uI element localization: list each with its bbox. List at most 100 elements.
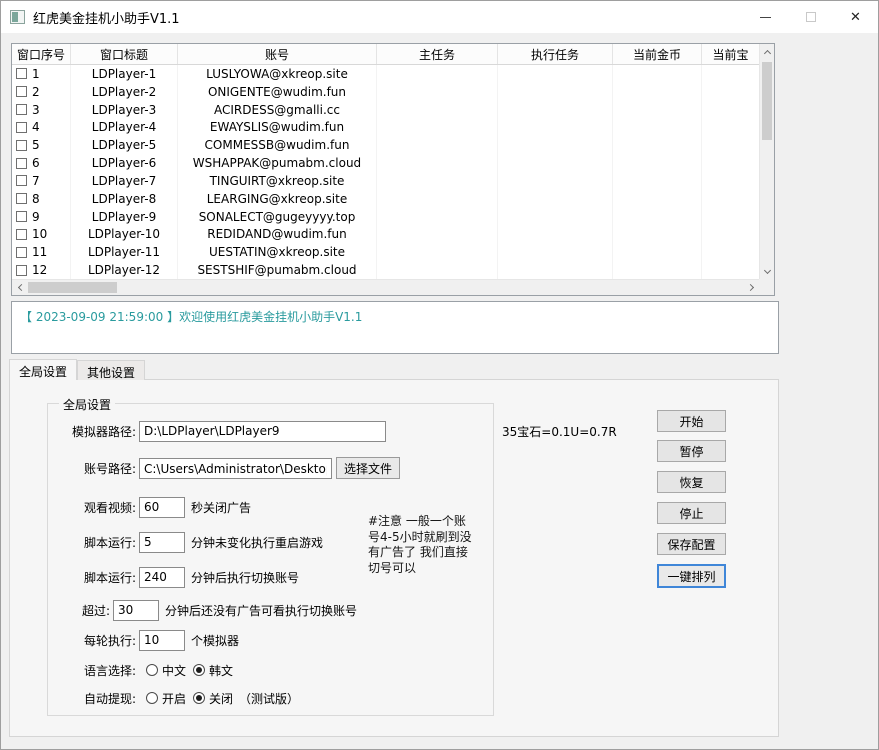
row-number-cell: 9 [12, 208, 71, 226]
radio-language-chinese[interactable] [146, 664, 158, 676]
row-account: COMMESSB@wudim.fun [178, 136, 377, 154]
row-checkbox[interactable] [16, 86, 27, 97]
row-main-task [377, 190, 498, 208]
column-header-account[interactable]: 账号 [178, 44, 377, 64]
account-path-row: 账号路径: 选择文件 [48, 457, 400, 479]
row-checkbox[interactable] [16, 193, 27, 204]
row-checkbox[interactable] [16, 175, 27, 186]
row-checkbox[interactable] [16, 211, 27, 222]
row-account: ACIRDESS@gmalli.cc [178, 101, 377, 119]
row-gold [613, 243, 702, 261]
column-header-window-number[interactable]: 窗口序号 [12, 44, 71, 64]
row-treasure [702, 65, 759, 83]
script-run-switch-input[interactable] [139, 567, 185, 588]
table-row[interactable]: 12 LDPlayer-12 SESTSHIF@pumabm.cloud [12, 261, 759, 279]
row-gold [613, 190, 702, 208]
table-row[interactable]: 9 LDPlayer-9 SONALECT@gugeyyyy.top [12, 208, 759, 226]
choose-file-button[interactable]: 选择文件 [336, 457, 400, 479]
horizontal-scrollbar[interactable] [12, 279, 759, 295]
row-main-task [377, 243, 498, 261]
scroll-left-button[interactable] [12, 280, 27, 295]
app-icon [10, 10, 25, 24]
row-account: SESTSHIF@pumabm.cloud [178, 261, 377, 279]
over-minutes-input[interactable] [113, 600, 159, 621]
per-round-row: 每轮执行: 个模拟器 [48, 629, 239, 651]
close-button[interactable]: ✕ [833, 1, 878, 33]
radio-withdraw-on[interactable] [146, 692, 158, 704]
minimize-button[interactable] [743, 1, 788, 33]
row-checkbox[interactable] [16, 229, 27, 240]
table-row[interactable]: 5 LDPlayer-5 COMMESSB@wudim.fun [12, 136, 759, 154]
row-checkbox[interactable] [16, 265, 27, 276]
radio-language-chinese-label[interactable]: 中文 [162, 662, 186, 679]
radio-withdraw-off-label[interactable]: 关闭 [209, 690, 233, 707]
row-number-label: 2 [32, 85, 40, 99]
watch-video-input[interactable] [139, 497, 185, 518]
column-header-main-task[interactable]: 主任务 [377, 44, 498, 64]
pause-button[interactable]: 暂停 [657, 440, 726, 462]
scroll-up-button[interactable] [760, 44, 775, 59]
vertical-scrollbar[interactable] [759, 44, 774, 279]
row-checkbox[interactable] [16, 68, 27, 79]
column-header-window-title[interactable]: 窗口标题 [71, 44, 178, 64]
maximize-icon [806, 12, 816, 22]
table-row[interactable]: 7 LDPlayer-7 TINGUIRT@xkreop.site [12, 172, 759, 190]
table-row[interactable]: 4 LDPlayer-4 EWAYSLIS@wudim.fun [12, 118, 759, 136]
row-main-task [377, 83, 498, 101]
row-number-label: 5 [32, 138, 40, 152]
table-row[interactable]: 1 LDPlayer-1 LUSLYOWA@xkreop.site [12, 65, 759, 83]
start-button[interactable]: 开始 [657, 410, 726, 432]
column-header-gold[interactable]: 当前金币 [613, 44, 702, 64]
tab-global-settings[interactable]: 全局设置 [9, 359, 77, 380]
emulator-path-input[interactable] [139, 421, 386, 442]
row-number-cell: 6 [12, 154, 71, 172]
row-number-label: 10 [32, 227, 47, 241]
arrange-button[interactable]: 一键排列 [657, 564, 726, 588]
row-exec-task [498, 208, 613, 226]
table-row[interactable]: 8 LDPlayer-8 LEARGING@xkreop.site [12, 190, 759, 208]
table-header: 窗口序号 窗口标题 账号 主任务 执行任务 当前金币 当前宝 [12, 44, 759, 65]
language-row: 语言选择: 中文 韩文 [48, 659, 233, 681]
radio-withdraw-off[interactable] [193, 692, 205, 704]
row-account: LEARGING@xkreop.site [178, 190, 377, 208]
row-exec-task [498, 190, 613, 208]
per-round-input[interactable] [139, 630, 185, 651]
vertical-scrollbar-thumb[interactable] [762, 62, 772, 140]
app-icon-glyph [12, 12, 18, 22]
radio-withdraw-on-label[interactable]: 开启 [162, 690, 186, 707]
save-config-button[interactable]: 保存配置 [657, 533, 726, 555]
table-row[interactable]: 11 LDPlayer-11 UESTATIN@xkreop.site [12, 243, 759, 261]
table-row[interactable]: 3 LDPlayer-3 ACIRDESS@gmalli.cc [12, 101, 759, 119]
row-checkbox[interactable] [16, 140, 27, 151]
row-number-label: 12 [32, 263, 47, 277]
row-checkbox[interactable] [16, 247, 27, 258]
scroll-down-button[interactable] [760, 264, 775, 279]
row-treasure [702, 225, 759, 243]
minimize-icon [760, 17, 771, 18]
column-header-exec-task[interactable]: 执行任务 [498, 44, 613, 64]
horizontal-scrollbar-thumb[interactable] [28, 282, 117, 293]
row-checkbox[interactable] [16, 158, 27, 169]
row-checkbox[interactable] [16, 122, 27, 133]
table-row[interactable]: 10 LDPlayer-10 REDIDAND@wudim.fun [12, 225, 759, 243]
radio-language-korean-label[interactable]: 韩文 [209, 662, 233, 679]
stop-button[interactable]: 停止 [657, 502, 726, 524]
row-checkbox[interactable] [16, 104, 27, 115]
row-number-label: 3 [32, 103, 40, 117]
log-panel[interactable]: 【 2023-09-09 21:59:00 】欢迎使用红虎美金挂机小助手V1.1 [11, 301, 779, 354]
tab-other-settings[interactable]: 其他设置 [77, 360, 145, 380]
column-header-treasure[interactable]: 当前宝 [702, 44, 759, 64]
script-run-restart-input[interactable] [139, 532, 185, 553]
close-icon: ✕ [850, 11, 861, 24]
tabstrip: 全局设置 其他设置 [9, 359, 145, 380]
table-row[interactable]: 6 LDPlayer-6 WSHAPPAK@pumabm.cloud [12, 154, 759, 172]
maximize-button[interactable] [788, 1, 833, 33]
radio-language-korean[interactable] [193, 664, 205, 676]
row-exec-task [498, 65, 613, 83]
table-row[interactable]: 2 LDPlayer-2 ONIGENTE@wudim.fun [12, 83, 759, 101]
row-main-task [377, 101, 498, 119]
row-window-title: LDPlayer-2 [71, 83, 178, 101]
resume-button[interactable]: 恢复 [657, 471, 726, 493]
account-path-input[interactable] [139, 458, 332, 479]
scroll-right-button[interactable] [744, 280, 759, 295]
